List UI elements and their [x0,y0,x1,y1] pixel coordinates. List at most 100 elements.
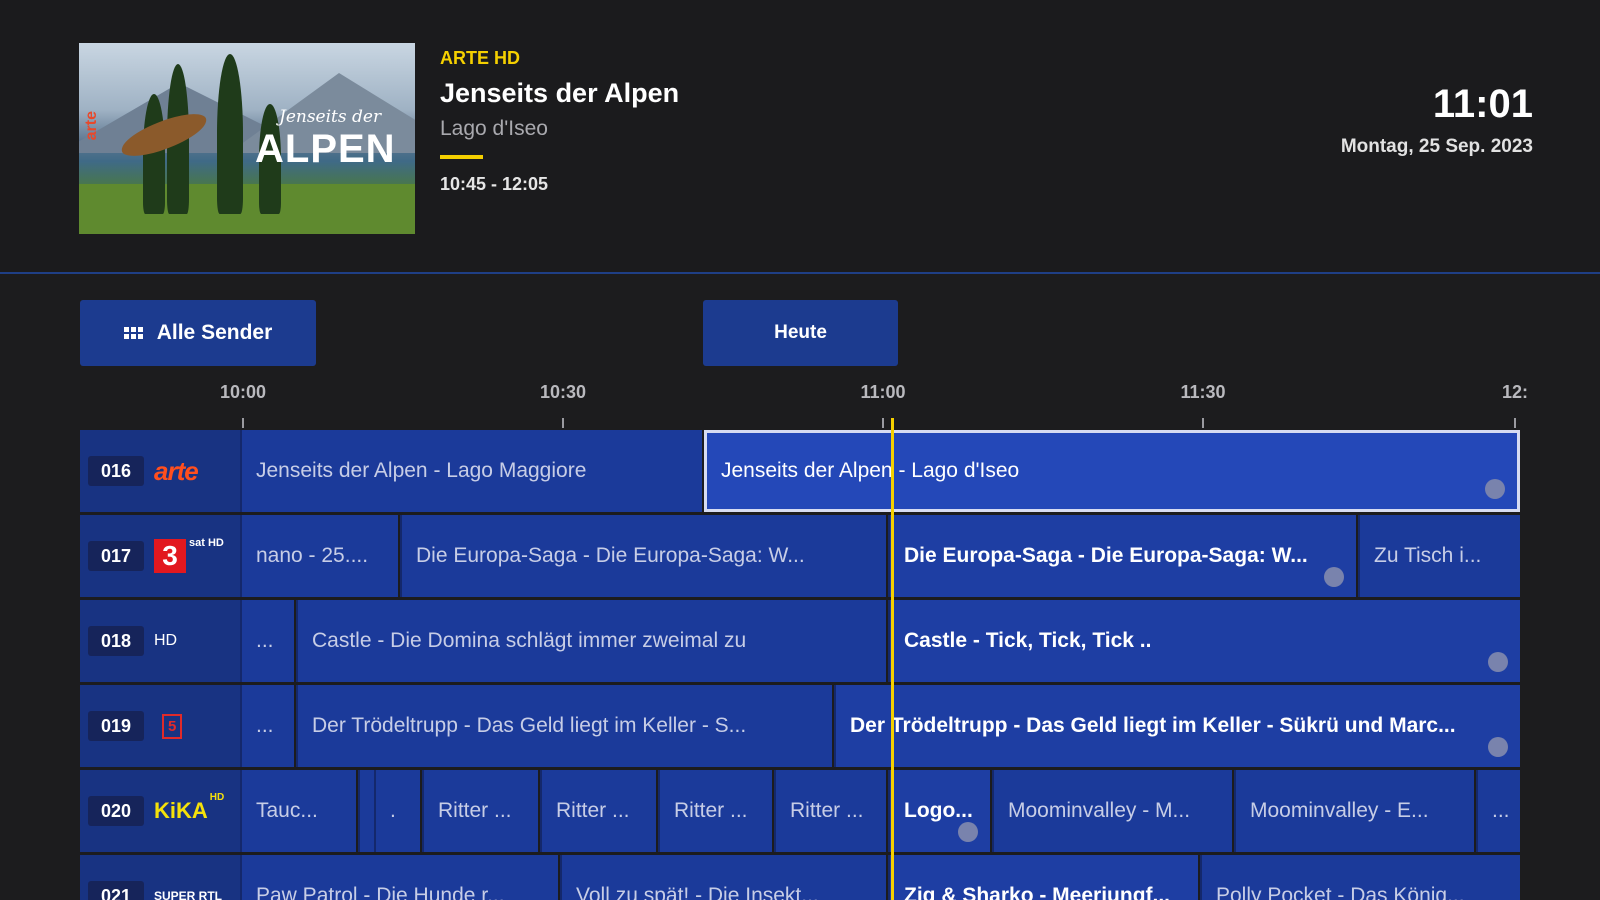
channel-cell[interactable]: 016 arte [80,430,240,512]
program-cell[interactable]: Ritter ... [540,770,656,852]
program-cell[interactable]: Ritter ... [658,770,772,852]
program-cell[interactable]: Ritter ... [774,770,886,852]
channel-cell[interactable]: 017 3 sat HD [80,515,240,597]
channel-name: ARTE HD [440,48,520,68]
channel-row: 018 HD... Castle - Die Domina schlägt imme… [80,600,1520,682]
program-cell[interactable]: nano - 25.... [240,515,398,597]
date: Montag, 25 Sep. 2023 [1340,136,1533,157]
program-cell[interactable]: Moominvalley - M... [992,770,1232,852]
timeline-label: 10:30 [539,382,587,402]
program-cell[interactable]: Jenseits der Alpen - Lago Maggiore [240,430,702,512]
program-cell[interactable]: Tauc... [240,770,356,852]
program-title: Ritter ... [438,799,512,822]
timeline: 10:00 10:30 11:00 11:30 12: [0,378,1600,428]
header-divider [0,272,1600,274]
record-icon [958,822,978,842]
timeline-tick [242,418,244,428]
program-title: Tauc... [256,799,318,822]
timeline-label: 11:30 [1180,382,1226,402]
channel-number: 021 [88,881,144,900]
program-title: Jenseits der Alpen [440,78,680,108]
logo-text: 5 [162,713,183,739]
program-cell[interactable]: Ritter ... [422,770,538,852]
thumbnail-title-big: ALPEN [255,127,396,171]
program-cell[interactable]: ... [240,685,294,767]
program-title: ... [1492,799,1510,822]
program-title: Voll zu spät! - Die Insekt... [576,884,819,900]
program-title: Ritter ... [790,799,864,822]
timeline-tick [882,418,884,428]
program-cell[interactable]: Zig & Sharko - Meerjungf... [888,855,1198,900]
channel-cell[interactable]: 021 SUPER RTL [80,855,240,900]
logo-suffix: sat HD [189,537,224,549]
program-title: Moominvalley - E... [1250,799,1429,822]
thumbnail-channel-logo: arte [83,111,100,141]
channel-cell[interactable]: 019 5 [80,685,240,767]
program-title: Zig & Sharko - Meerjungf... [904,884,1171,900]
program-cell[interactable]: . [374,770,420,852]
program-cell[interactable]: Moominvalley - E... [1234,770,1474,852]
channel-row: 016 arte Jenseits der Alpen - Lago Maggior… [80,430,1520,512]
program-cell[interactable]: Paw Patrol - Die Hunde r... [240,855,558,900]
today-label: Heute [774,322,827,343]
all-channels-button[interactable]: Alle Sender [80,300,316,366]
program-cell[interactable]: Zu Tisch i... [1358,515,1520,597]
timeline-label: 11:00 [860,382,906,402]
timeline-label: 10:00 [219,382,267,402]
today-button[interactable]: Heute [703,300,898,366]
thumbnail-title-small: Jenseits der [279,107,382,127]
channel-cell[interactable]: 020 KiKA HD [80,770,240,852]
program-title: Ritter ... [674,799,748,822]
record-icon [1488,737,1508,757]
channel-logo-3sat: 3 sat HD [154,537,234,575]
program-title: Ritter ... [556,799,630,822]
program-cell[interactable]: Polly Pocket - Das König... [1200,855,1520,900]
program-title: Die Europa-Saga - Die Europa-Saga: W... [416,544,805,567]
channel-number: 020 [88,796,144,826]
program-cell[interactable]: ... [1476,770,1520,852]
timeline-label: 12: [1501,382,1529,402]
channel-logo-arte: arte [154,452,234,490]
logo-text: KiKA [154,798,208,823]
program-title: Paw Patrol - Die Hunde r... [256,884,505,900]
logo-mark: 3 [154,539,186,573]
timeline-tick [1202,418,1204,428]
channel-row: 020 KiKA HD Tauc.... Ritter ... Ritter ... Rit… [80,770,1520,852]
program-title: Castle - Die Domina schlägt immer zweima… [312,629,747,652]
epg-grid: 016 arte Jenseits der Alpen - Lago Maggior… [80,430,1520,900]
program-cell[interactable]: Voll zu spät! - Die Insekt... [560,855,886,900]
program-title: nano - 25.... [256,544,369,567]
program-cell[interactable]: Der Trödeltrupp - Das Geld liegt im Kell… [834,685,1520,767]
program-cell[interactable]: Jenseits der Alpen - Lago d'Iseo [704,430,1520,512]
program-cell[interactable]: Logo... [888,770,990,852]
program-title: ... [256,629,274,652]
program-cell[interactable]: Castle - Tick, Tick, Tick .. [888,600,1520,682]
program-title: ... [256,714,274,737]
program-title: Logo... [904,799,973,822]
timeline-tick [562,418,564,428]
clock: 11:01 [1432,82,1533,126]
program-title: Jenseits der Alpen - Lago d'Iseo [721,459,1020,482]
channel-row: 019 5... Der Trödeltrupp - Das Geld liegt … [80,685,1520,767]
timeline-tick [1514,418,1516,428]
program-cell[interactable]: Castle - Die Domina schlägt immer zweima… [296,600,886,682]
channel-number: 018 [88,626,144,656]
current-time-line [891,418,894,900]
program-cell[interactable]: Der Trödeltrupp - Das Geld liegt im Kell… [296,685,832,767]
program-cell[interactable]: Die Europa-Saga - Die Europa-Saga: W... [888,515,1356,597]
record-icon [1488,652,1508,672]
logo-suffix: HD [154,632,178,649]
program-thumbnail: arte Jenseits der ALPEN [79,43,415,234]
channel-row: 017 3 sat HD nano - 25.... Die Europa-Saga -… [80,515,1520,597]
program-title: Castle - Tick, Tick, Tick .. [904,629,1152,652]
channel-cell[interactable]: 018 HD [80,600,240,682]
program-title: Der Trödeltrupp - Das Geld liegt im Kell… [850,714,1456,737]
channel-number: 017 [88,541,144,571]
program-title: Jenseits der Alpen - Lago Maggiore [256,459,587,482]
program-cell[interactable]: ... [240,600,294,682]
record-icon [1485,479,1505,499]
program-title: Der Trödeltrupp - Das Geld liegt im Kell… [312,714,747,737]
all-channels-label: Alle Sender [156,321,273,344]
program-cell[interactable]: Die Europa-Saga - Die Europa-Saga: W... [400,515,886,597]
channel-number: 016 [88,456,144,486]
